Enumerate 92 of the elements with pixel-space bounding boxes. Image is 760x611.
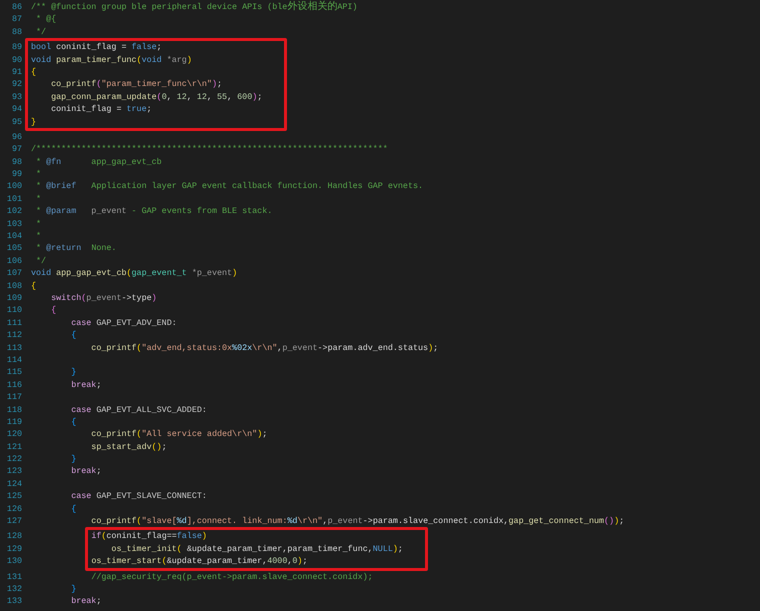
line-number: 86 (10, 1, 22, 14)
line-number: 87 (10, 13, 22, 26)
code-line: case GAP_EVT_SLAVE_CONNECT: (70, 490, 207, 503)
line-number: 131 (6, 570, 22, 583)
line-number: 125 (6, 490, 22, 503)
code-line: //gap_security_req(p_event->param.slave_connect.conidx); (90, 570, 373, 583)
line-number: 93 (10, 90, 22, 104)
line-number: 89 (10, 41, 22, 54)
code-line: */ (35, 254, 46, 268)
code-line: * @fn app_gap_evt_cb (35, 156, 162, 168)
code-line: if(coninit_flag==false) (91, 530, 207, 543)
line-number: 102 (6, 205, 22, 218)
code-line: } (70, 582, 76, 596)
code-line: break; (70, 465, 102, 478)
line-number: 92 (10, 78, 22, 91)
line-number: 95 (10, 116, 22, 128)
code-line: { (70, 502, 76, 516)
code-line: * @return None. (35, 242, 116, 255)
line-number: 130 (6, 555, 22, 568)
code-line: co_printf("param_timer_func\r\n"); (50, 78, 222, 91)
line-number: 113 (6, 342, 22, 354)
code-line: */ (35, 26, 46, 38)
code-line: * (35, 218, 42, 230)
line-number: 120 (6, 428, 22, 441)
code-line: { (31, 66, 36, 78)
line-number: 115 (6, 366, 22, 379)
code-line: co_printf("adv_end,status:0x%02x\r\n",p_event->param.adv_end.status); (90, 342, 438, 354)
code-line: gap_conn_param_update(0, 12, 12, 55, 600); (50, 90, 262, 104)
line-number: 96 (10, 130, 22, 144)
line-number: 97 (10, 143, 22, 156)
line-number: 129 (6, 542, 22, 556)
line-number: 114 (6, 354, 22, 366)
line-number: 109 (6, 292, 22, 304)
code-line: os_timer_init( &update_param_timer,param_timer_func,NULL); (110, 542, 403, 556)
line-number: 104 (6, 230, 22, 242)
line-number: 116 (6, 378, 22, 392)
code-line: * @param p_event - GAP events from BLE stack. (35, 205, 272, 218)
line-number: 110 (6, 304, 22, 317)
line-number: 117 (6, 391, 22, 404)
code-line: /** @function group ble peripheral device APIs (ble外设相关的API) (31, 1, 358, 14)
code-line: os_timer_start(&update_param_timer,4000,0); (91, 555, 308, 568)
line-number: 124 (6, 478, 22, 490)
line-number: 128 (6, 530, 22, 543)
line-number: 100 (6, 180, 22, 193)
line-number: 121 (6, 440, 22, 454)
line-number: 98 (10, 156, 22, 168)
code-line: break; (70, 595, 102, 608)
line-number: 106 (6, 254, 22, 268)
line-number: 112 (6, 329, 22, 342)
line-number: 126 (6, 502, 22, 516)
line-number: 91 (10, 66, 22, 78)
code-line: * (35, 192, 42, 206)
code-line: coninit_flag = true; (50, 103, 152, 116)
line-number: 108 (6, 280, 22, 292)
code-line: } (70, 453, 76, 466)
code-line: { (50, 304, 56, 317)
line-number: 132 (6, 582, 22, 596)
code-line: co_printf("slave[%d],connect. link_num:%d\r\n",p_event->param.slave_connect.conidx,gap_get_connect_num()); (90, 515, 624, 528)
code-line: case GAP_EVT_ADV_END: (70, 316, 177, 330)
code-line: { (70, 416, 76, 428)
line-number: 90 (10, 54, 22, 66)
code-line: void param_timer_func(void *arg) (31, 54, 192, 66)
line-number: 119 (6, 416, 22, 428)
code-line: break; (70, 378, 102, 392)
line-number: 99 (10, 168, 22, 180)
line-number: 105 (6, 242, 22, 255)
code-line: * @brief Application layer GAP event callback function. Handles GAP evnets. (35, 180, 424, 193)
code-line: * (35, 230, 42, 242)
code-line: bool coninit_flag = false; (31, 41, 162, 54)
code-line: } (31, 116, 36, 128)
line-number: 107 (6, 267, 22, 280)
line-number: 111 (6, 316, 22, 330)
line-number: 127 (6, 515, 22, 528)
line-number: 88 (10, 26, 22, 38)
line-number: 94 (10, 103, 22, 116)
code-line: /********************************************************************** (31, 143, 388, 156)
line-number: 118 (6, 404, 22, 416)
code-line: switch(p_event->type) (50, 292, 157, 304)
code-line: case GAP_EVT_ALL_SVC_ADDED: (70, 404, 207, 416)
code-line: sp_start_adv(); (90, 440, 167, 454)
line-number: 123 (6, 465, 22, 478)
line-number: 122 (6, 453, 22, 466)
code-line: * (35, 168, 42, 180)
line-number: 103 (6, 218, 22, 230)
code-line: { (31, 280, 36, 292)
line-number: 133 (6, 595, 22, 608)
code-line: co_printf("All service added\r\n"); (90, 428, 268, 441)
code-line: * @{ (35, 13, 56, 26)
line-number: 101 (6, 192, 22, 206)
code-line: void app_gap_evt_cb(gap_event_t *p_event) (31, 267, 238, 280)
code-line: } (70, 366, 76, 379)
code-line: { (70, 329, 76, 342)
